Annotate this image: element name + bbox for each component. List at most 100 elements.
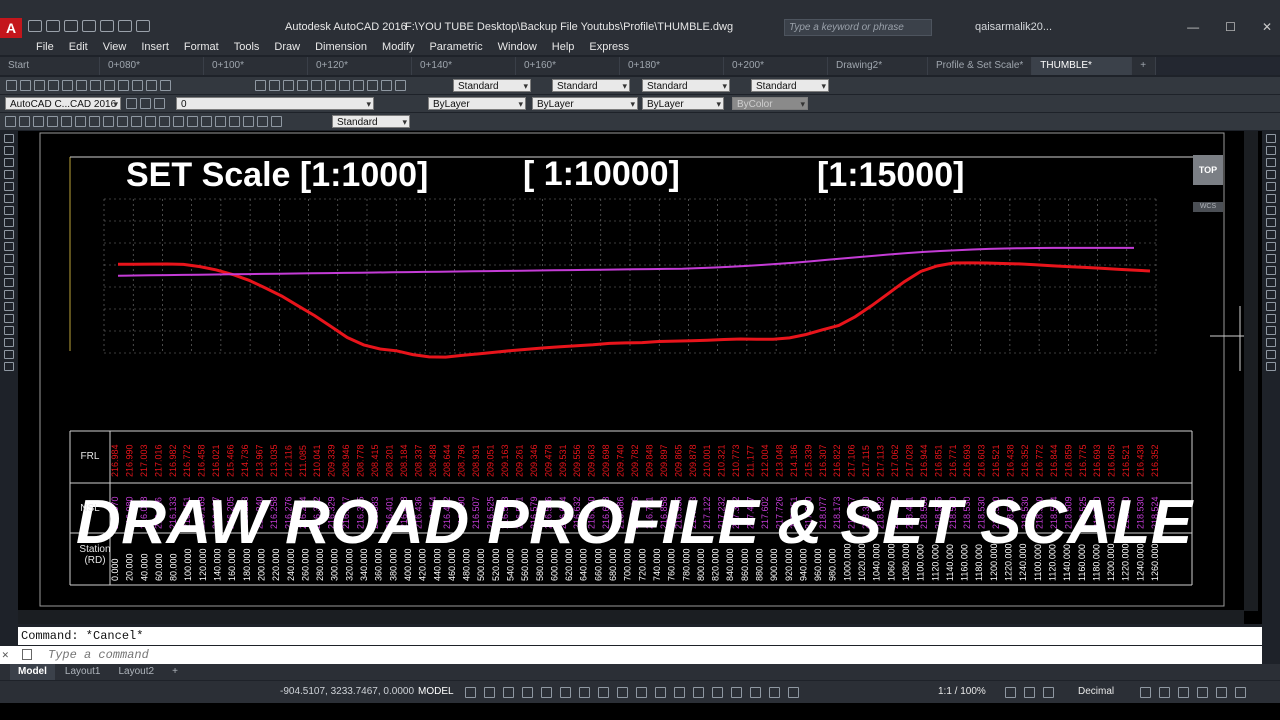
menu-item-help[interactable]: Help: [552, 41, 575, 53]
text-style-select[interactable]: Standard: [453, 79, 531, 92]
center-mark-icon[interactable]: [201, 116, 212, 127]
menu-item-parametric[interactable]: Parametric: [429, 41, 482, 53]
annotation-visibility-icon[interactable]: [769, 687, 780, 698]
draw-tool-icon[interactable]: [4, 290, 14, 299]
color-select[interactable]: ByLayer: [428, 97, 526, 110]
modify-tool-icon[interactable]: [1266, 134, 1276, 143]
dim-angular-icon[interactable]: [103, 116, 114, 127]
dim-space-icon[interactable]: [159, 116, 170, 127]
match-prop-icon[interactable]: [132, 80, 143, 91]
copy-icon[interactable]: [104, 80, 115, 91]
file-tab[interactable]: Profile & Set Scale*: [928, 57, 1033, 75]
draw-tool-icon[interactable]: [4, 314, 14, 323]
layer-select[interactable]: 0: [176, 97, 374, 110]
dim-aligned-icon[interactable]: [19, 116, 30, 127]
modify-tool-icon[interactable]: [1266, 230, 1276, 239]
pan-icon[interactable]: [255, 80, 266, 91]
dynamic-input-icon[interactable]: [522, 687, 533, 698]
preview-icon[interactable]: [62, 80, 73, 91]
modify-tool-icon[interactable]: [1266, 218, 1276, 227]
new-layout-button[interactable]: +: [164, 664, 186, 680]
drawing-area[interactable]: 216.984 216.990 217.003 217.016 216.982 216.7…: [18, 131, 1262, 624]
auto-scale-icon[interactable]: [788, 687, 799, 698]
cut-icon[interactable]: [90, 80, 101, 91]
redo-icon[interactable]: [160, 80, 171, 91]
new-file-icon[interactable]: [28, 20, 42, 32]
close-command-icon[interactable]: ✕: [2, 648, 9, 662]
units-icon[interactable]: [1043, 687, 1054, 698]
draw-tool-icon[interactable]: [4, 182, 14, 191]
zoom-icon[interactable]: [269, 80, 280, 91]
save-icon[interactable]: [64, 20, 78, 32]
viewcube-top[interactable]: TOP: [1193, 155, 1223, 185]
open-file-icon[interactable]: [46, 20, 60, 32]
modify-tool-icon[interactable]: [1266, 182, 1276, 191]
file-tab[interactable]: 0+140*: [412, 57, 516, 75]
workspace-select[interactable]: AutoCAD C...CAD 2016: [5, 97, 121, 110]
dynamic-ucs-icon[interactable]: [712, 687, 723, 698]
osnap-icon[interactable]: [617, 687, 628, 698]
dim-radius-icon[interactable]: [61, 116, 72, 127]
cursor-coordinates[interactable]: -904.5107, 3233.7467, 0.0000: [280, 686, 414, 697]
dim-ordinate-icon[interactable]: [47, 116, 58, 127]
menu-item-tools[interactable]: Tools: [234, 41, 260, 53]
modify-tool-icon[interactable]: [1266, 206, 1276, 215]
lock-ui-icon[interactable]: [1159, 687, 1170, 698]
layer-properties-icon[interactable]: [126, 98, 137, 109]
mleader-style-select[interactable]: Standard: [751, 79, 829, 92]
draw-tool-icon[interactable]: [4, 170, 14, 179]
quick-properties-icon[interactable]: [1140, 687, 1151, 698]
3d-osnap-icon[interactable]: [693, 687, 704, 698]
modify-tool-icon[interactable]: [1266, 146, 1276, 155]
menu-item-express[interactable]: Express: [589, 41, 629, 53]
draw-tool-icon[interactable]: [4, 230, 14, 239]
customize-icon[interactable]: [1235, 687, 1246, 698]
menu-item-insert[interactable]: Insert: [141, 41, 169, 53]
add-scale-icon[interactable]: [1024, 687, 1035, 698]
draw-tool-icon[interactable]: [4, 194, 14, 203]
vertical-scrollbar[interactable]: [1244, 131, 1258, 611]
draw-tool-icon[interactable]: [4, 206, 14, 215]
modify-tool-icon[interactable]: [1266, 326, 1276, 335]
gizmo-icon[interactable]: [750, 687, 761, 698]
zoom-window-icon[interactable]: [283, 80, 294, 91]
draw-tool-icon[interactable]: [4, 326, 14, 335]
markup-icon[interactable]: [367, 80, 378, 91]
menu-item-edit[interactable]: Edit: [69, 41, 88, 53]
menu-item-format[interactable]: Format: [184, 41, 219, 53]
command-customize-icon[interactable]: [22, 649, 32, 660]
file-tab[interactable]: Drawing2*: [828, 57, 928, 75]
draw-tool-icon[interactable]: [4, 362, 14, 371]
wcs-indicator[interactable]: WCS: [1193, 202, 1223, 212]
menu-item-window[interactable]: Window: [498, 41, 537, 53]
draw-tool-icon[interactable]: [4, 302, 14, 311]
modify-tool-icon[interactable]: [1266, 302, 1276, 311]
quickcalc-icon[interactable]: [381, 80, 392, 91]
isolate-objects-icon[interactable]: [1178, 687, 1189, 698]
file-tab[interactable]: 0+200*: [724, 57, 828, 75]
draw-tool-icon[interactable]: [4, 338, 14, 347]
qnew-icon[interactable]: [6, 80, 17, 91]
modify-tool-icon[interactable]: [1266, 266, 1276, 275]
dim-linear-icon[interactable]: [5, 116, 16, 127]
layer-prev-icon[interactable]: [154, 98, 165, 109]
transparency-icon[interactable]: [655, 687, 666, 698]
user-account[interactable]: qaisarmalik20...: [975, 21, 1052, 33]
tolerance-icon[interactable]: [187, 116, 198, 127]
draw-tool-icon[interactable]: [4, 134, 14, 143]
save-icon[interactable]: [34, 80, 45, 91]
dim-style-select[interactable]: Standard: [552, 79, 630, 92]
properties-icon[interactable]: [311, 80, 322, 91]
layout-tab[interactable]: Layout1: [57, 664, 109, 680]
modify-tool-icon[interactable]: [1266, 314, 1276, 323]
undo-icon[interactable]: [118, 20, 132, 32]
selection-filter-icon[interactable]: [731, 687, 742, 698]
modify-tool-icon[interactable]: [1266, 254, 1276, 263]
isodraft-icon[interactable]: [579, 687, 590, 698]
file-tab[interactable]: THUMBLE*: [1032, 57, 1133, 75]
file-tab[interactable]: 0+160*: [516, 57, 620, 75]
redo-icon[interactable]: [136, 20, 150, 32]
autocad-logo-button[interactable]: A: [0, 18, 22, 38]
file-tab[interactable]: 0+100*: [204, 57, 308, 75]
close-button[interactable]: ✕: [1262, 20, 1272, 34]
